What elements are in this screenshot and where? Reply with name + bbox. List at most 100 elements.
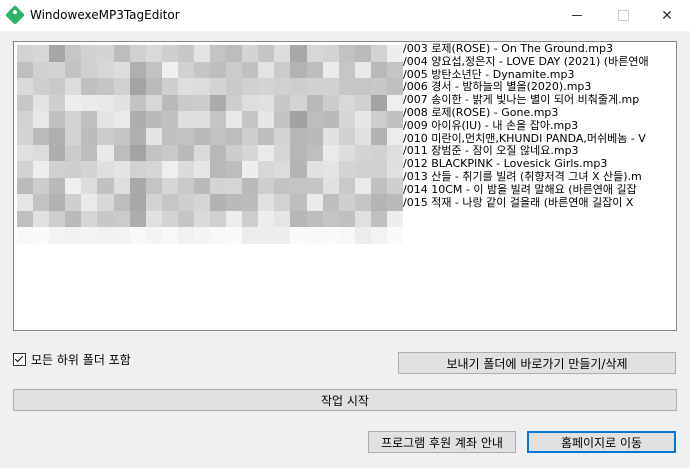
close-icon: ✕	[661, 7, 673, 24]
list-item[interactable]: /010 미란이,먼치맨,KHUNDI PANDA,머쉬베놈 - V	[403, 133, 676, 146]
mosaic-cell	[274, 111, 291, 128]
close-button[interactable]: ✕	[644, 0, 690, 31]
list-item[interactable]: /003 로제(ROSE) - On The Ground.mp3	[403, 43, 676, 56]
mosaic-cell	[290, 127, 307, 145]
mosaic-cell	[354, 111, 371, 128]
file-listbox[interactable]: /003 로제(ROSE) - On The Ground.mp3/004 양요…	[13, 41, 677, 331]
mosaic-cell	[49, 227, 66, 244]
mosaic-cell	[193, 194, 210, 211]
mosaic-cell	[370, 111, 387, 128]
mosaic-cell	[97, 161, 114, 178]
list-item[interactable]: /014 10CM - 이 밤을 빌려 말해요 (바른연애 길잡	[403, 184, 676, 197]
mosaic-cell	[145, 210, 162, 228]
mosaic-cell	[306, 210, 323, 228]
mosaic-cell	[290, 227, 307, 244]
homepage-button[interactable]: 홈페이지로 이동	[527, 431, 676, 453]
mosaic-cell	[258, 161, 275, 178]
include-subfolders-label: 모든 하위 폴더 포함	[31, 353, 131, 367]
mosaic-cell	[210, 78, 227, 95]
mosaic-cell	[129, 161, 146, 178]
mosaic-cell	[386, 127, 403, 145]
minimize-button[interactable]	[554, 0, 600, 31]
mosaic-cell	[17, 45, 34, 62]
list-item[interactable]: /013 산들 - 취기를 빌려 (취향저격 그녀 X 산들).m	[403, 171, 676, 184]
mosaic-cell	[258, 210, 275, 228]
mosaic-cell	[274, 210, 291, 228]
mosaic-cell	[33, 61, 50, 79]
mosaic-cell	[370, 45, 387, 62]
mosaic-cell	[338, 111, 355, 128]
mosaic-cell	[97, 94, 114, 112]
mosaic-cell	[81, 194, 98, 211]
mosaic-cell	[161, 61, 178, 79]
mosaic-cell	[81, 111, 98, 128]
pixelated-artwork-image	[17, 45, 403, 244]
minimize-icon	[572, 15, 582, 16]
mosaic-cell	[161, 210, 178, 228]
list-item[interactable]: /011 장범준 - 잠이 오질 않네요.mp3	[403, 145, 676, 158]
list-item[interactable]: /004 양요섭,정은지 - LOVE DAY (2021) (바른연애	[403, 56, 676, 69]
title-bar: WindowexeMP3TagEditor ✕	[0, 0, 690, 31]
list-item[interactable]: /007 송이한 - 밝게 빛나는 별이 되어 비춰줄게.mp	[403, 94, 676, 107]
mosaic-cell	[81, 61, 98, 79]
list-item[interactable]: /006 경서 - 밤하늘의 별을(2020).mp3	[403, 81, 676, 94]
mosaic-cell	[322, 227, 339, 244]
mosaic-cell	[210, 111, 227, 128]
list-item[interactable]: /005 방탄소년단 - Dynamite.mp3	[403, 69, 676, 82]
include-subfolders-checkbox[interactable]	[13, 353, 26, 366]
mosaic-cell	[386, 227, 403, 244]
mosaic-cell	[193, 227, 210, 244]
include-subfolders-option[interactable]: 모든 하위 폴더 포함	[13, 351, 131, 368]
mosaic-cell	[226, 144, 243, 162]
mosaic-cell	[274, 227, 291, 244]
list-item[interactable]: /008 로제(ROSE) - Gone.mp3	[403, 107, 676, 120]
mosaic-cell	[354, 210, 371, 228]
mosaic-cell	[193, 94, 210, 112]
donation-info-button[interactable]: 프로그램 후원 계좌 안내	[368, 431, 516, 453]
mosaic-cell	[65, 227, 82, 244]
mosaic-cell	[242, 61, 259, 79]
mosaic-cell	[65, 144, 82, 162]
list-item[interactable]: /009 아이유(IU) - 내 손을 잡아.mp3	[403, 120, 676, 133]
sendto-shortcut-button[interactable]: 보내기 폴더에 바로가기 만들기/삭제	[398, 352, 676, 374]
maximize-icon	[617, 10, 629, 21]
mosaic-cell	[33, 210, 50, 228]
mosaic-cell	[17, 194, 34, 211]
mosaic-cell	[145, 127, 162, 145]
mosaic-cell	[193, 177, 210, 195]
mosaic-cell	[113, 111, 130, 128]
mosaic-cell	[81, 161, 98, 178]
mosaic-cell	[242, 194, 259, 211]
mosaic-cell	[49, 61, 66, 79]
mosaic-cell	[210, 45, 227, 62]
mosaic-cell	[97, 78, 114, 95]
tag-icon	[5, 5, 25, 25]
mosaic-cell	[161, 227, 178, 244]
mosaic-cell	[210, 161, 227, 178]
mosaic-cell	[338, 194, 355, 211]
mosaic-cell	[81, 177, 98, 195]
mosaic-cell	[129, 210, 146, 228]
mosaic-cell	[49, 194, 66, 211]
mosaic-cell	[97, 144, 114, 162]
mosaic-cell	[17, 161, 34, 178]
mosaic-cell	[242, 78, 259, 95]
list-item[interactable]: /015 적재 - 나랑 같이 걸을래 (바른연애 길잡이 X	[403, 197, 676, 210]
start-task-button[interactable]: 작업 시작	[13, 389, 677, 411]
file-list[interactable]: /003 로제(ROSE) - On The Ground.mp3/004 양요…	[403, 43, 676, 210]
mosaic-cell	[386, 111, 403, 128]
mosaic-cell	[306, 194, 323, 211]
mosaic-cell	[290, 78, 307, 95]
mosaic-cell	[290, 94, 307, 112]
mosaic-cell	[145, 177, 162, 195]
mosaic-cell	[161, 127, 178, 145]
mosaic-cell	[306, 45, 323, 62]
mosaic-cell	[17, 144, 34, 162]
mosaic-cell	[306, 161, 323, 178]
mosaic-cell	[386, 161, 403, 178]
list-item[interactable]: /012 BLACKPINK - Lovesick Girls.mp3	[403, 158, 676, 171]
mosaic-cell	[97, 111, 114, 128]
mosaic-cell	[354, 61, 371, 79]
mosaic-cell	[161, 144, 178, 162]
mosaic-cell	[242, 144, 259, 162]
